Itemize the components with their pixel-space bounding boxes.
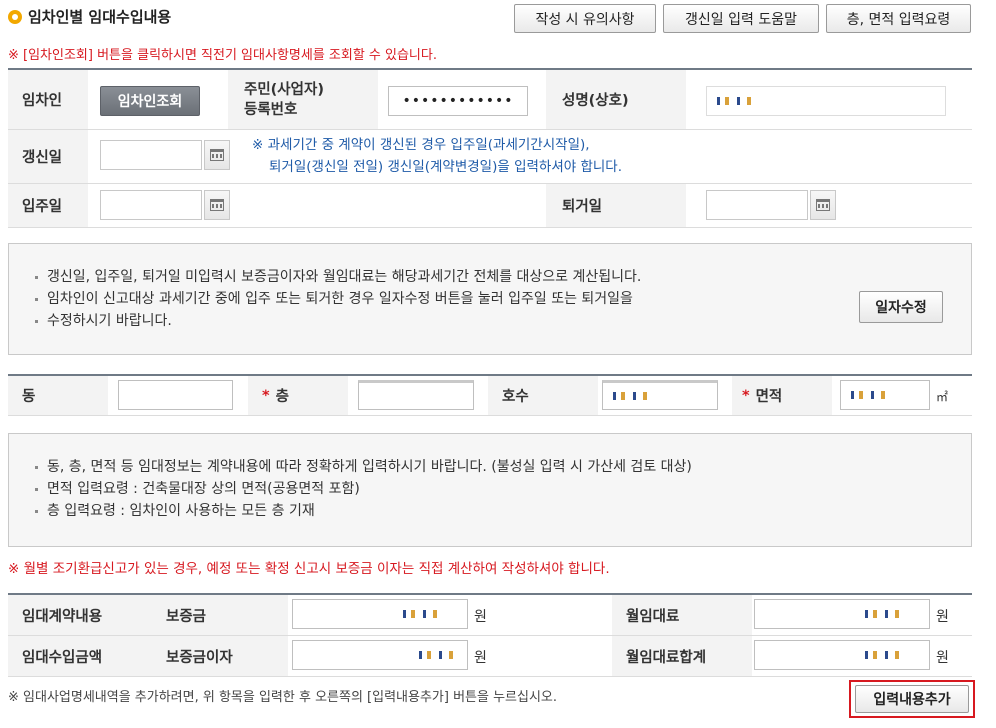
deposit-input[interactable] <box>292 599 468 629</box>
dong-input[interactable] <box>118 380 233 410</box>
ho-label: 호수 <box>502 389 529 405</box>
calendar-icon <box>210 149 224 161</box>
add-entry-button[interactable]: 입력내용추가 <box>855 685 969 713</box>
renewal-help-button[interactable]: 갱신일 입력 도움말 <box>663 4 819 33</box>
list-item: 임차인이 신고대상 과세기간 중에 입주 또는 퇴거한 경우 일자수정 버튼을 … <box>31 288 751 310</box>
movein-calendar-button[interactable] <box>204 190 230 220</box>
calendar-icon <box>816 199 830 211</box>
deposit-label: 보증금 <box>166 608 207 625</box>
unit-info-box: 동, 층, 면적 등 임대정보는 계약내용에 따라 정확하게 입력하시기 바랍니… <box>8 433 972 547</box>
moveout-label: 퇴거일 <box>562 199 603 215</box>
monthly-rent-input[interactable] <box>754 599 930 629</box>
notes-button[interactable]: 작성 시 유의사항 <box>514 4 656 33</box>
area-label: * 면적 <box>742 387 783 406</box>
monthly-rent-label: 월임대료 <box>626 608 680 625</box>
name-input[interactable] <box>706 86 946 116</box>
deposit-unit: 원 <box>474 609 487 625</box>
required-star: * <box>262 387 270 404</box>
income-label: 임대수입금액 <box>22 649 103 666</box>
title-bullet-icon <box>8 9 22 24</box>
dong-label: 동 <box>22 389 36 405</box>
monthly-rent-unit: 원 <box>936 609 949 625</box>
renewal-date-input[interactable] <box>100 140 202 170</box>
calendar-icon <box>210 199 224 211</box>
rent-total-input[interactable] <box>754 640 930 670</box>
deposit-interest-input[interactable] <box>292 640 468 670</box>
movein-row: 입주일 퇴거일 <box>8 184 972 228</box>
area-unit: ㎡ <box>936 390 949 404</box>
required-star: * <box>742 387 750 404</box>
area-input[interactable] <box>840 380 930 410</box>
movein-label: 입주일 <box>22 199 63 215</box>
renewal-calendar-button[interactable] <box>204 140 230 170</box>
moveout-calendar-button[interactable] <box>810 190 836 220</box>
section-title: 임차인별 임대수입내용 <box>8 6 171 27</box>
section-title-text: 임차인별 임대수입내용 <box>28 8 172 26</box>
ho-input[interactable] <box>602 380 718 410</box>
list-item: 층 입력요령 : 임차인이 사용하는 모든 층 기재 <box>31 500 961 522</box>
bottom-note: ※ 임대사업명세내역을 추가하려면, 위 항목을 입력한 후 오른쪽의 [입력내… <box>8 690 558 705</box>
renewal-note: ※ 과세기간 중 계약이 갱신된 경우 입주일(과세기간시작일), 퇴거일(갱신… <box>252 137 623 175</box>
contract-label: 임대계약내용 <box>22 608 103 625</box>
floor-label: * 층 <box>262 387 289 406</box>
renewal-row: 갱신일 ※ 과세기간 중 계약이 갱신된 경우 입주일(과세기간시작일), 퇴거… <box>8 130 972 184</box>
date-fix-button[interactable]: 일자수정 <box>859 291 943 323</box>
unit-row: 동 * 층 호수 * 면적 ㎡ <box>8 376 972 416</box>
rent-total-unit: 원 <box>936 650 949 666</box>
date-info-list: 갱신일, 입주일, 퇴거일 미입력시 보증금이자와 월임대료는 해당과세기간 전… <box>31 266 751 332</box>
refund-note: ※ 월별 조기환급신고가 있는 경우, 예정 또는 확정 신고시 보증금 이자는… <box>8 561 610 577</box>
lookup-note: ※ [임차인조회] 버튼을 클릭하시면 직전기 임대사항명세를 조회할 수 있습… <box>8 48 437 63</box>
id-number-label: 주민(사업자) 등록번호 <box>244 81 324 118</box>
renewal-label: 갱신일 <box>22 150 63 166</box>
floor-area-guide-button[interactable]: 층, 면적 입력요령 <box>826 4 971 33</box>
tenant-label: 임차인 <box>22 93 63 109</box>
floor-input[interactable] <box>358 380 474 410</box>
name-label: 성명(상호) <box>562 93 629 109</box>
moveout-date-input[interactable] <box>706 190 808 220</box>
id-number-input[interactable]: •••••••••••• <box>388 86 528 116</box>
list-item: 갱신일, 입주일, 퇴거일 미입력시 보증금이자와 월임대료는 해당과세기간 전… <box>31 266 751 288</box>
list-item: 수정하시기 바랍니다. <box>31 310 751 332</box>
tenant-row: 임차인 임차인조회 주민(사업자) 등록번호 •••••••••••• 성명(상… <box>8 70 972 130</box>
tenant-lookup-button[interactable]: 임차인조회 <box>100 86 200 116</box>
money-table: 임대계약내용 보증금 원 월임대료 원 임대수입금액 보증금이자 원 월임대료합… <box>8 593 972 677</box>
date-info-box: 갱신일, 입주일, 퇴거일 미입력시 보증금이자와 월임대료는 해당과세기간 전… <box>8 243 972 355</box>
unit-info-list: 동, 층, 면적 등 임대정보는 계약내용에 따라 정확하게 입력하시기 바랍니… <box>31 456 961 522</box>
movein-date-input[interactable] <box>100 190 202 220</box>
deposit-interest-label: 보증금이자 <box>166 649 233 666</box>
deposit-interest-unit: 원 <box>474 650 487 666</box>
list-item: 면적 입력요령 : 건축물대장 상의 면적(공용면적 포함) <box>31 478 961 500</box>
income-row: 임대수입금액 보증금이자 원 월임대료합계 원 <box>8 636 972 677</box>
unit-table: 동 * 층 호수 * 면적 ㎡ <box>8 374 972 416</box>
contract-row: 임대계약내용 보증금 원 월임대료 원 <box>8 595 972 636</box>
list-item: 동, 층, 면적 등 임대정보는 계약내용에 따라 정확하게 입력하시기 바랍니… <box>31 456 961 478</box>
tenant-table: 임차인 임차인조회 주민(사업자) 등록번호 •••••••••••• 성명(상… <box>8 68 972 228</box>
rent-total-label: 월임대료합계 <box>626 649 707 666</box>
